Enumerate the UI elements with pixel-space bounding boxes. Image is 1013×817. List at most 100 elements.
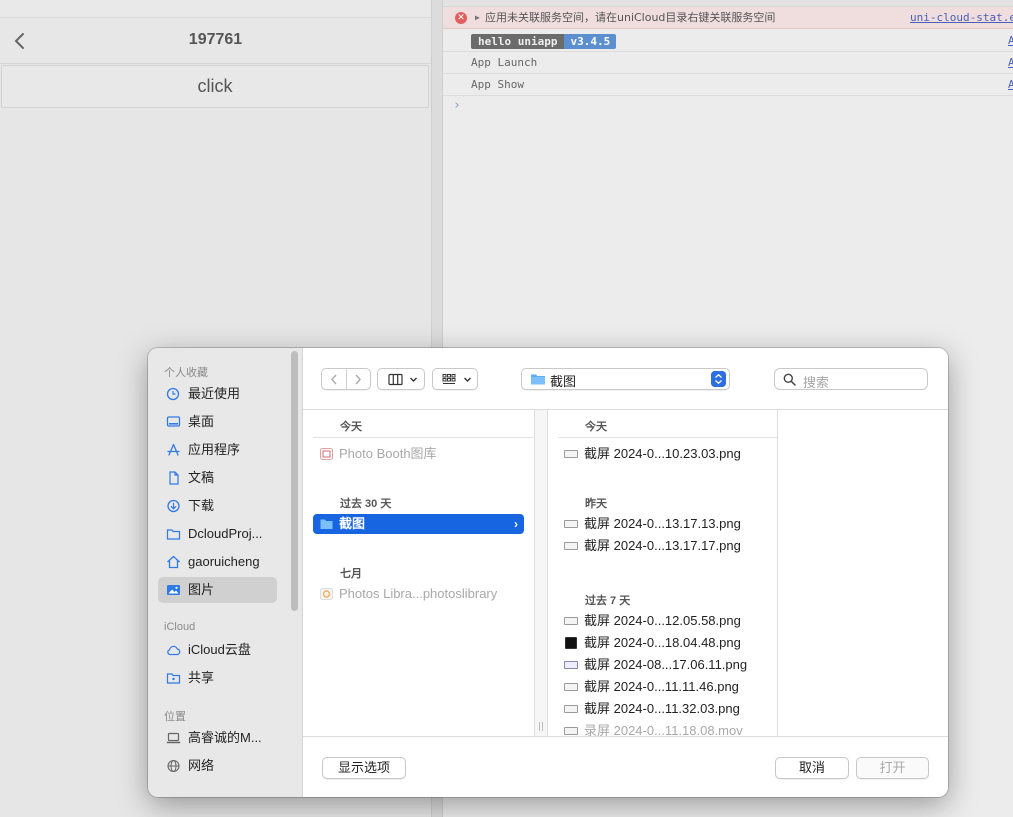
click-button[interactable]: click bbox=[1, 65, 429, 108]
sidebar-section-locations: 位置 bbox=[164, 711, 186, 723]
file-item[interactable]: 截屏 2024-0...11.11.46.png bbox=[558, 677, 773, 697]
sidebar-item-shared[interactable]: 共享 bbox=[158, 665, 277, 691]
file-item[interactable]: 录屏 2024-0...11.18.08.mov bbox=[558, 721, 773, 736]
source-link[interactable]: A bbox=[1008, 52, 1013, 73]
simulator-page-title: 197761 bbox=[188, 31, 243, 48]
list-item-photos-library[interactable]: Photos Libra...photoslibrary bbox=[313, 584, 524, 604]
file-item[interactable]: 截屏 2024-0...13.17.13.png bbox=[558, 514, 773, 534]
screenshot-thumbnail-icon bbox=[565, 637, 577, 649]
group-by-button[interactable] bbox=[432, 368, 478, 390]
file-name: 截屏 2024-0...13.17.13.png bbox=[584, 516, 741, 531]
search-input[interactable]: 搜索 bbox=[774, 368, 928, 390]
list-item-screenshots[interactable]: 截图 › bbox=[313, 514, 524, 534]
file-name: 截屏 2024-0...10.23.03.png bbox=[584, 446, 741, 461]
column-view-button[interactable] bbox=[377, 368, 425, 390]
file-name: 录屏 2024-0...11.18.08.mov bbox=[584, 723, 743, 736]
dialog-toolbar: 截图 搜索 bbox=[303, 348, 948, 410]
clock-icon bbox=[166, 387, 180, 401]
file-item[interactable]: 截屏 2024-0...11.32.03.png bbox=[558, 699, 773, 719]
browser-column-2: 今天 截屏 2024-0...10.23.03.png 昨天 截屏 2024-0… bbox=[548, 410, 778, 736]
sidebar-scrollbar[interactable] bbox=[291, 351, 298, 611]
simulator-nav-bar: 197761 bbox=[0, 18, 431, 64]
chevron-down-icon bbox=[464, 377, 471, 382]
sidebar-item-dcloud-folder[interactable]: DcloudProj... bbox=[158, 521, 277, 547]
group-header: 过去 7 天 bbox=[585, 595, 631, 607]
list-item-photo-booth[interactable]: Photo Booth图库 bbox=[313, 444, 524, 464]
group-header: 昨天 bbox=[585, 498, 607, 510]
sidebar-section-icloud: iCloud bbox=[164, 621, 196, 633]
sidebar-item-label: 下载 bbox=[188, 498, 215, 513]
file-name: 截屏 2024-0...13.17.17.png bbox=[584, 538, 741, 553]
network-icon bbox=[167, 759, 180, 773]
desktop-icon bbox=[166, 416, 181, 427]
item-label: Photo Booth图库 bbox=[339, 446, 437, 461]
file-item[interactable]: 截屏 2024-08...17.06.11.png bbox=[558, 655, 773, 675]
sidebar-item-label: gaoruicheng bbox=[188, 554, 260, 569]
back-chevron-icon[interactable] bbox=[329, 373, 339, 386]
console-error-row[interactable]: ✕ ▶ 应用未关联服务空间，请在uniCloud目录右键关联服务空间 uni-c… bbox=[443, 7, 1013, 29]
file-name: 截屏 2024-0...11.11.46.png bbox=[584, 679, 739, 694]
photo-booth-library-icon bbox=[320, 448, 333, 460]
console-log-row: App Launch A bbox=[443, 52, 1013, 74]
source-link[interactable]: A bbox=[1008, 30, 1013, 51]
path-popup[interactable]: 截图 bbox=[521, 368, 730, 390]
photos-library-icon bbox=[320, 588, 333, 600]
source-link[interactable]: A bbox=[1008, 74, 1013, 95]
sidebar-item-documents[interactable]: 文稿 bbox=[158, 465, 277, 491]
sidebar-item-applications[interactable]: 应用程序 bbox=[158, 437, 277, 463]
file-name: 截屏 2024-08...17.06.11.png bbox=[584, 657, 748, 672]
log-text: App Show bbox=[471, 78, 524, 91]
error-source-link[interactable]: uni-cloud-stat.e bbox=[910, 7, 1013, 28]
sidebar-item-label: 应用程序 bbox=[188, 442, 241, 457]
cancel-button[interactable]: 取消 bbox=[775, 757, 849, 779]
sidebar-item-label: DcloudProj... bbox=[188, 526, 263, 541]
sidebar-item-network[interactable]: 网络 bbox=[158, 753, 277, 779]
dialog-main: 截图 搜索 今天 Photo Booth图库 过去 30 天 截图 › 七月 P… bbox=[303, 348, 948, 797]
download-icon bbox=[167, 499, 180, 513]
sidebar-item-this-mac[interactable]: 高睿诚的M... bbox=[158, 725, 277, 751]
file-name: 截屏 2024-0...18.04.48.png bbox=[584, 635, 741, 650]
dialog-footer: 显示选项 取消 打开 bbox=[303, 736, 948, 797]
screenshot-thumbnail-icon bbox=[564, 661, 578, 669]
search-icon bbox=[783, 373, 796, 386]
console-header-strip bbox=[443, 0, 1013, 7]
group-separator bbox=[346, 369, 347, 389]
sidebar-item-recents[interactable]: 最近使用 bbox=[158, 381, 277, 407]
file-item[interactable]: 截屏 2024-0...18.04.48.png bbox=[558, 633, 773, 653]
sidebar-item-label: 网络 bbox=[188, 758, 215, 773]
forward-chevron-icon[interactable] bbox=[353, 373, 363, 386]
chevron-right-icon: › bbox=[514, 517, 518, 531]
console-log-row: App Show A bbox=[443, 74, 1013, 96]
grid-icon bbox=[442, 374, 456, 384]
up-down-stepper-icon bbox=[711, 371, 726, 387]
show-options-button[interactable]: 显示选项 bbox=[322, 757, 406, 779]
resize-grip-icon: || bbox=[538, 722, 545, 732]
folder-icon bbox=[166, 529, 181, 540]
sidebar-item-desktop[interactable]: 桌面 bbox=[158, 409, 277, 435]
file-item[interactable]: 截屏 2024-0...12.05.58.png bbox=[558, 611, 773, 631]
file-item[interactable]: 截屏 2024-0...13.17.17.png bbox=[558, 536, 773, 556]
sidebar-section-favorites: 个人收藏 bbox=[164, 367, 208, 379]
item-label: 截图 bbox=[339, 516, 366, 531]
open-button[interactable]: 打开 bbox=[856, 757, 929, 779]
item-label: Photos Libra...photoslibrary bbox=[339, 586, 498, 601]
laptop-icon bbox=[166, 732, 181, 744]
sidebar-item-pictures[interactable]: 图片 bbox=[158, 577, 277, 603]
file-item[interactable]: 截屏 2024-0...10.23.03.png bbox=[558, 444, 773, 464]
home-icon bbox=[167, 555, 180, 569]
sidebar-item-label: 高睿诚的M... bbox=[188, 730, 262, 745]
expand-triangle-icon[interactable]: ▶ bbox=[475, 7, 480, 28]
group-divider bbox=[313, 437, 533, 438]
column-resize-handle[interactable]: || bbox=[535, 410, 548, 736]
sidebar-item-home[interactable]: gaoruicheng bbox=[158, 549, 277, 575]
screenshot-thumbnail-icon bbox=[564, 450, 578, 458]
group-header: 今天 bbox=[585, 421, 607, 433]
console-prompt-icon[interactable]: › bbox=[453, 98, 461, 113]
sidebar-item-icloud-drive[interactable]: iCloud云盘 bbox=[158, 637, 277, 663]
sidebar-item-downloads[interactable]: 下载 bbox=[158, 493, 277, 519]
group-header: 七月 bbox=[340, 568, 362, 580]
folder-icon bbox=[320, 519, 333, 529]
screenshot-thumbnail-icon bbox=[564, 520, 578, 528]
sidebar-item-label: 共享 bbox=[188, 670, 215, 685]
sidebar-item-label: 图片 bbox=[188, 582, 215, 597]
